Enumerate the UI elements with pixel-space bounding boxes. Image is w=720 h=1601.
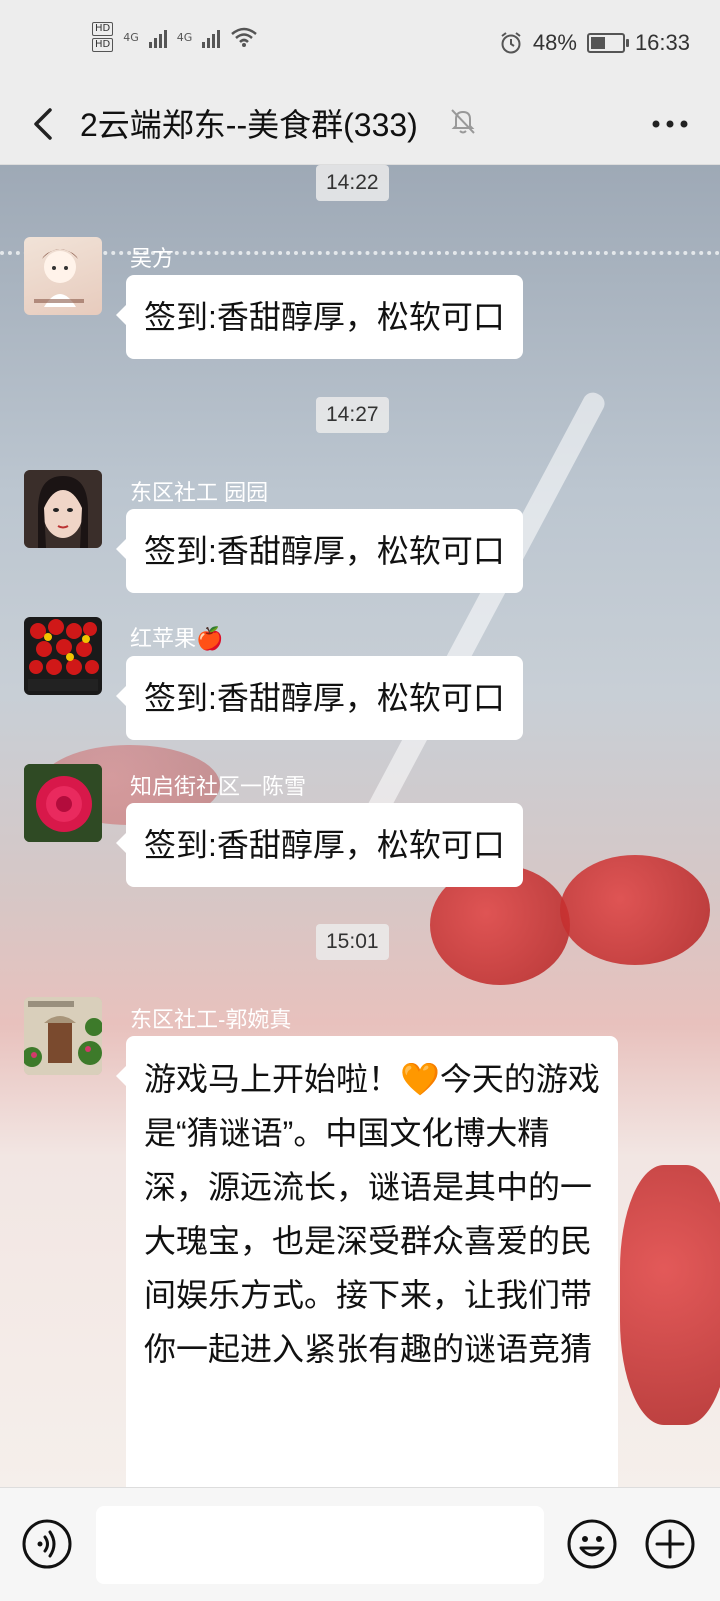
battery-fill — [590, 37, 606, 49]
plus-circle-icon[interactable] — [644, 1518, 696, 1570]
network-2-label: 4G — [176, 30, 193, 44]
timestamp: 15:01 — [316, 924, 389, 960]
battery-percent: 48% — [532, 30, 577, 55]
hd1-badge: HD — [92, 22, 114, 36]
message-bubble[interactable]: 签到:香甜醇厚，松软可口 — [116, 656, 523, 740]
timestamp: 14:27 — [316, 397, 389, 433]
hd2-badge: HD — [92, 38, 114, 52]
sender-name: 红苹果🍎 — [130, 626, 224, 651]
input-bar — [0, 1487, 720, 1601]
background-decoration — [353, 389, 609, 841]
sender-name: 东区社工-郭婉真 — [130, 1007, 292, 1032]
wifi-icon — [231, 27, 258, 47]
clock: 16:33 — [634, 30, 690, 55]
more-dots-icon[interactable] — [646, 104, 694, 144]
sender-name: 知启街社区一陈雪 — [130, 774, 307, 799]
timestamp: 14:22 — [316, 165, 389, 201]
alarm-icon — [501, 32, 521, 54]
emoji-icon[interactable] — [566, 1518, 618, 1570]
background-decoration — [620, 1165, 720, 1425]
avatar[interactable] — [24, 237, 102, 315]
sender-name: 东区社工 园园 — [130, 480, 269, 505]
voice-icon[interactable] — [21, 1518, 73, 1570]
message-bubble[interactable]: 签到:香甜醇厚，松软可口 — [116, 803, 523, 887]
chevron-left-icon[interactable] — [26, 104, 66, 144]
status-bar: HD HD 4G 4G 48% 16:33 — [0, 0, 720, 86]
chat-area[interactable]: 14:22 吴方 签到:香甜醇厚，松软可口 14:27 东区社工 园园 签到:香… — [0, 165, 720, 1487]
signal-2-icon — [202, 26, 221, 48]
background-decoration — [0, 251, 720, 255]
message-bubble[interactable]: 签到:香甜醇厚，松软可口 — [116, 509, 523, 593]
status-left: HD HD 4G 4G — [92, 22, 258, 52]
hd-indicators: HD HD — [92, 22, 114, 52]
avatar[interactable] — [24, 470, 102, 548]
message-input[interactable] — [96, 1506, 544, 1584]
message-bubble[interactable]: 游戏马上开始啦！🧡今天的游戏是“猜谜语”。中国文化博大精深，源远流长，谜语是其中… — [116, 1036, 618, 1487]
avatar[interactable] — [24, 617, 102, 695]
avatar[interactable] — [24, 997, 102, 1075]
message-bubble[interactable]: 签到:香甜醇厚，松软可口 — [116, 275, 523, 359]
sender-name: 吴方 — [130, 246, 175, 271]
network-1-label: 4G — [123, 30, 139, 44]
signal-1-icon — [148, 26, 167, 48]
chat-header: 2云端郑东--美食群(333) — [0, 86, 720, 165]
battery-icon — [586, 33, 629, 53]
status-right: 48% 16:33 — [499, 30, 690, 56]
background-decoration — [560, 855, 710, 965]
avatar[interactable] — [24, 764, 102, 842]
bell-off-icon — [451, 109, 475, 134]
chat-title: 2云端郑东--美食群(333) — [80, 107, 418, 143]
